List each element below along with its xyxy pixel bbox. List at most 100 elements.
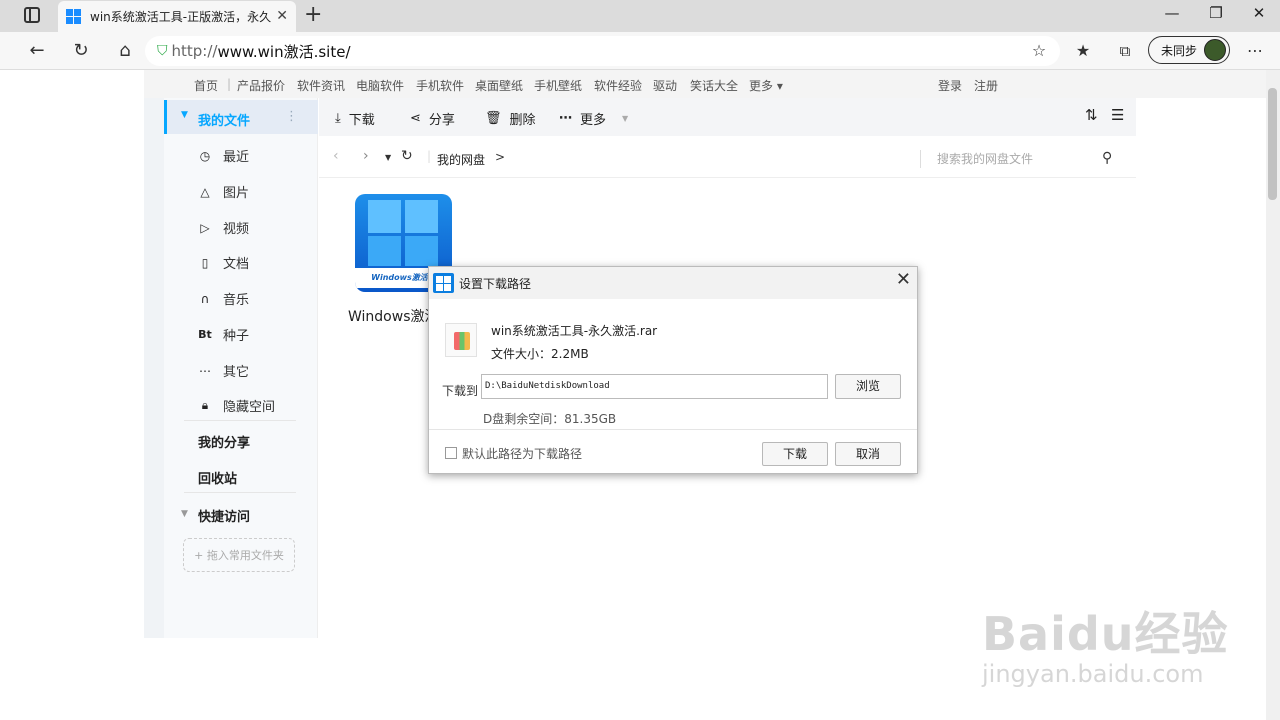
browser-tab-bar: win系统激活工具-正版激活，永久 ✕ + — ❐ ✕: [0, 0, 1280, 32]
browser-tab[interactable]: win系统激活工具-正版激活，永久 ✕: [58, 1, 296, 32]
sidebar-item-quick-access[interactable]: 快捷访问: [198, 506, 250, 525]
path-back-icon[interactable]: ‹: [333, 148, 339, 164]
sidebar-item-my-share[interactable]: 我的分享: [198, 432, 250, 451]
share-button[interactable]: ⋖ 分享: [410, 109, 455, 128]
sidebar-item-recycle[interactable]: 回收站: [198, 468, 237, 487]
dialog-file-size: 文件大小：2.2MB: [491, 347, 589, 361]
netdisk-logo-icon: [433, 273, 454, 293]
tab-actions-icon[interactable]: [24, 7, 40, 23]
tab-title: win系统激活工具-正版激活，永久: [90, 10, 272, 24]
download-confirm-button[interactable]: 下载: [762, 442, 828, 466]
nav-link[interactable]: 软件经验: [594, 77, 642, 94]
address-input[interactable]: ⛉ http:// www.win激活.site/: [145, 36, 1060, 66]
tab-close-icon[interactable]: ✕: [276, 8, 288, 24]
download-path-dialog: 设置下载路径 ✕ win系统激活工具-永久激活.rar 文件大小：2.2MB 下…: [428, 266, 918, 474]
scrollbar-thumb[interactable]: [1268, 88, 1277, 200]
bt-icon: Bt: [198, 328, 212, 341]
watermark-logo: Baidu经验: [982, 607, 1229, 661]
headphone-icon: ∩: [200, 291, 210, 306]
more-icon: ⋯: [559, 111, 572, 126]
history-dropdown-icon[interactable]: ▼: [385, 153, 391, 162]
sidebar-item-images[interactable]: △ 图片: [198, 182, 249, 202]
watermark-url: jingyan.baidu.com: [982, 660, 1204, 688]
nav-link[interactable]: 驱动: [653, 77, 677, 94]
nav-link[interactable]: 手机软件: [416, 77, 464, 94]
nav-link[interactable]: 笑话大全: [690, 77, 738, 94]
register-link[interactable]: 注册: [974, 77, 998, 94]
file-name[interactable]: Windows激活: [348, 306, 430, 326]
lock-icon: 🔒︎: [201, 398, 209, 412]
refresh-icon[interactable]: ↻: [401, 148, 413, 164]
dialog-file-name: win系统激活工具-永久激活.rar: [491, 324, 658, 338]
caret-down-icon: ▼: [181, 509, 188, 519]
nav-link[interactable]: 桌面壁纸: [475, 77, 523, 94]
dialog-header: 设置下载路径 ✕: [429, 267, 917, 299]
download-icon: ⤓: [335, 111, 341, 126]
login-link[interactable]: 登录: [938, 77, 962, 94]
netdisk-sidebar: ▼ 我的文件 ⋮ ◷ 最近 △ 图片 ▷ 视频 ▯ 文档 ∩ 音乐 Bt 种子 ⋯ 其它 🔒︎…: [144, 98, 318, 638]
more-vertical-icon[interactable]: ⋮: [285, 109, 298, 124]
play-icon: ▷: [200, 220, 210, 235]
image-icon: △: [200, 184, 210, 199]
nav-link[interactable]: 产品报价: [237, 77, 285, 94]
sidebar-item-other[interactable]: ⋯ 其它: [198, 361, 249, 381]
profile-sync-button[interactable]: 未同步: [1148, 36, 1230, 64]
sidebar-item-my-files[interactable]: ▼ 我的文件 ⋮: [164, 100, 318, 134]
sidebar-item-music[interactable]: ∩ 音乐: [198, 289, 249, 309]
secure-shield-icon: ⛉: [157, 43, 168, 59]
search-icon[interactable]: ⚲: [1102, 150, 1112, 166]
nav-link-more[interactable]: 更多 ▾: [749, 77, 783, 94]
settings-more-icon[interactable]: ⋯: [1242, 39, 1268, 63]
breadcrumb-chevron-icon: >: [495, 150, 506, 164]
trash-icon: 🗑︎: [485, 111, 502, 126]
sidebar-item-hidden[interactable]: 🔒︎ 隐藏空间: [198, 396, 275, 415]
browse-button[interactable]: 浏览: [835, 374, 901, 399]
avatar: [1204, 39, 1226, 61]
maximize-icon[interactable]: ❐: [1201, 4, 1231, 22]
download-to-label: 下载到: [442, 384, 479, 398]
my-files-label: 我的文件: [198, 114, 251, 129]
favorites-icon[interactable]: ★: [1070, 39, 1096, 63]
nav-link[interactable]: 手机壁纸: [534, 77, 582, 94]
add-favorite-icon[interactable]: ☆: [1026, 39, 1052, 63]
dialog-close-icon[interactable]: ✕: [896, 269, 911, 290]
clock-icon: ◷: [199, 148, 211, 163]
address-toolbar: ← ↻ ⌂ ⛉ http:// www.win激活.site/ ☆ ★ ⧉ 未同…: [0, 32, 1280, 70]
dialog-title: 设置下载路径: [459, 277, 532, 291]
download-button[interactable]: ⤓ 下载: [335, 109, 375, 128]
more-icon: ⋯: [199, 363, 211, 378]
back-icon[interactable]: ←: [24, 39, 50, 63]
search-input[interactable]: 搜索我的网盘文件: [920, 150, 1110, 168]
caret-down-icon: ▼: [181, 110, 188, 120]
delete-button[interactable]: 🗑︎ 删除: [485, 109, 536, 128]
cancel-button[interactable]: 取消: [835, 442, 901, 466]
rar-file-icon: [445, 323, 477, 357]
breadcrumb[interactable]: 我的网盘: [437, 151, 485, 168]
sidebar-item-torrents[interactable]: Bt 种子: [198, 325, 249, 344]
list-view-icon[interactable]: ☰: [1111, 106, 1124, 124]
window-close-icon[interactable]: ✕: [1244, 4, 1274, 22]
download-path-input[interactable]: D:\BaiduNetdiskDownload: [481, 374, 828, 399]
more-button[interactable]: ⋯ 更多 ▼: [559, 109, 628, 128]
default-path-label[interactable]: 默认此路径为下载路径: [462, 445, 582, 462]
nav-link[interactable]: 软件资讯: [297, 77, 345, 94]
add-quick-folder-button[interactable]: + 拖入常用文件夹: [183, 538, 295, 572]
site-favicon-icon: [66, 8, 82, 25]
collections-icon[interactable]: ⧉: [1112, 39, 1138, 63]
page-scrollbar[interactable]: [1266, 70, 1280, 720]
sidebar-item-videos[interactable]: ▷ 视频: [198, 218, 249, 238]
path-forward-icon[interactable]: ›: [363, 148, 369, 164]
new-tab-icon[interactable]: +: [304, 2, 322, 27]
home-icon[interactable]: ⌂: [112, 39, 138, 63]
refresh-icon[interactable]: ↻: [68, 39, 94, 63]
nav-link[interactable]: 首页: [194, 77, 218, 94]
sidebar-item-recent[interactable]: ◷ 最近: [198, 146, 249, 166]
document-icon: ▯: [201, 255, 209, 270]
nav-link[interactable]: 电脑软件: [356, 77, 404, 94]
free-space-text: D盘剩余空间：81.35GB: [483, 412, 617, 426]
default-path-checkbox[interactable]: [445, 447, 457, 459]
url-host: www.win激活.site/: [217, 42, 351, 61]
sidebar-item-docs[interactable]: ▯ 文档: [198, 253, 249, 273]
minimize-icon[interactable]: —: [1157, 4, 1187, 22]
sort-icon[interactable]: ⇅: [1085, 106, 1098, 124]
